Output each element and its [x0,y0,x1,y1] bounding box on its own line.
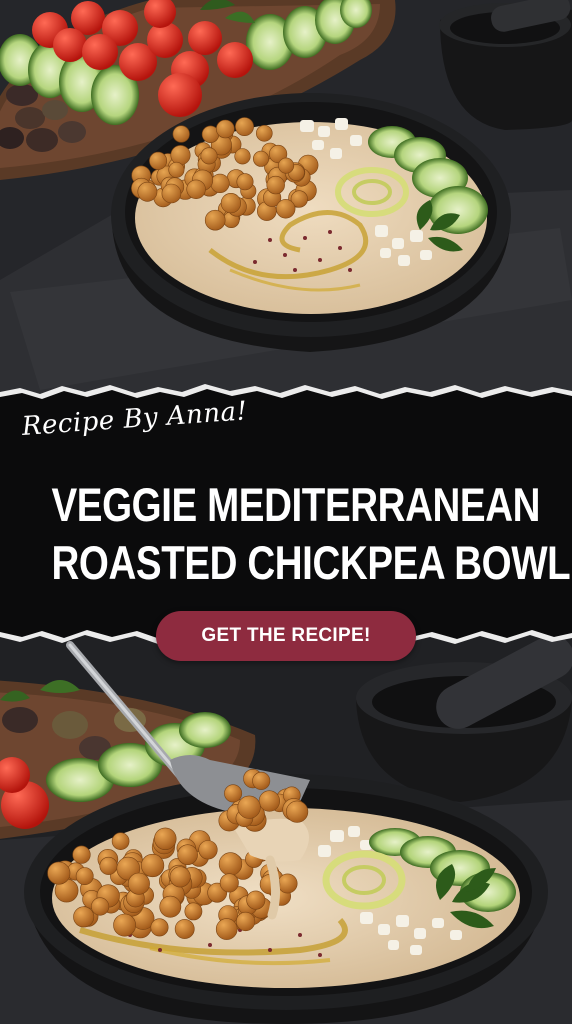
top-food-photo [0,0,572,400]
bottom-food-photo [0,630,572,1024]
title-line-1: VEGGIE MEDITERRANEAN [51,478,541,531]
title-line-2: ROASTED CHICKPEA BOWL [51,536,571,589]
get-recipe-button[interactable]: GET THE RECIPE! [156,611,416,661]
hummus-bowl [111,93,511,352]
